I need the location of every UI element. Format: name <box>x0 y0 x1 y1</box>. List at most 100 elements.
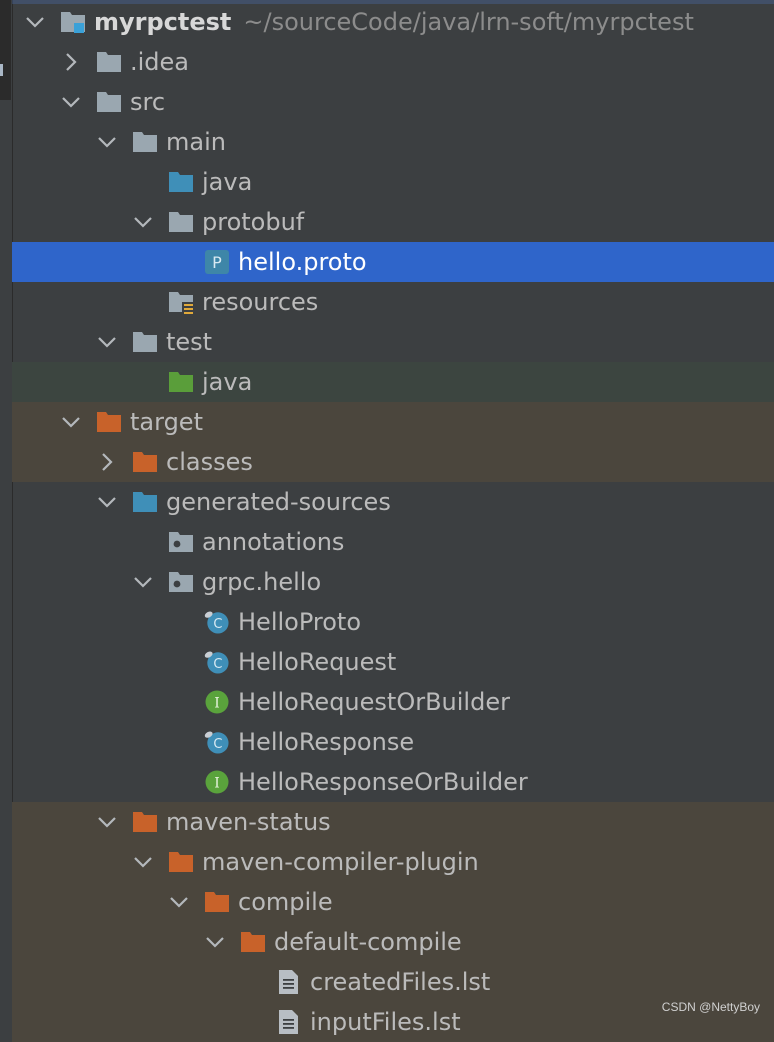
tree-row[interactable]: resources <box>12 282 774 322</box>
tree-item-label: HelloResponseOrBuilder <box>238 768 528 796</box>
tree-item-text: HelloRequest <box>238 648 397 676</box>
tree-item-text: default-compile <box>274 928 462 956</box>
tree-item-label: main <box>166 128 226 156</box>
tree-item-label: default-compile <box>274 928 462 956</box>
test-folder-icon <box>168 370 194 394</box>
expand-arrow-down-icon[interactable] <box>96 811 118 833</box>
expand-arrow-down-icon[interactable] <box>60 91 82 113</box>
tree-item-label: hello.proto <box>238 248 367 276</box>
tree-row[interactable]: I HelloRequestOrBuilder <box>12 682 774 722</box>
expand-arrow-down-icon[interactable] <box>60 411 82 433</box>
tree-item-text: resources <box>202 288 319 316</box>
tree-row[interactable]: java <box>12 362 774 402</box>
tree-item-text: protobuf <box>202 208 305 236</box>
tree-row[interactable]: generated-sources <box>12 482 774 522</box>
expand-arrow-down-icon[interactable] <box>204 931 226 953</box>
tree-row[interactable]: maven-compiler-plugin <box>12 842 774 882</box>
tree-item-label: java <box>202 368 252 396</box>
tree-item-label: HelloRequestOrBuilder <box>238 688 510 716</box>
proto-file-icon: P <box>204 250 230 274</box>
generated-folder-icon <box>132 490 158 514</box>
collapse-arrow-right-icon[interactable] <box>60 51 82 73</box>
interface-icon: I <box>204 770 230 794</box>
tree-item-text: hello.proto <box>238 248 367 276</box>
expand-arrow-down-icon[interactable] <box>24 11 46 33</box>
tree-item-label: HelloRequest <box>238 648 396 676</box>
tree-item-label: HelloResponse <box>238 728 414 756</box>
tree-item-label: inputFiles.lst <box>310 1008 461 1036</box>
gutter-tab[interactable] <box>0 0 11 100</box>
tree-row[interactable]: test <box>12 322 774 362</box>
tree-item-label: test <box>166 328 212 356</box>
expand-arrow-down-icon[interactable] <box>132 571 154 593</box>
text-file-icon <box>276 1010 302 1034</box>
tree-item-label: target <box>130 408 203 436</box>
excluded-folder-icon <box>204 890 230 914</box>
tree-row[interactable]: compile <box>12 882 774 922</box>
collapse-arrow-right-icon[interactable] <box>96 451 118 473</box>
tree-item-label: resources <box>202 288 318 316</box>
expand-arrow-down-icon[interactable] <box>132 211 154 233</box>
tree-item-text: HelloResponseOrBuilder <box>238 768 528 796</box>
text-file-icon <box>276 970 302 994</box>
tree-row[interactable]: grpc.hello <box>12 562 774 602</box>
source-folder-icon <box>168 170 194 194</box>
tree-row[interactable]: Phello.proto <box>12 242 774 282</box>
class-icon: C <box>204 650 230 674</box>
svg-text:I: I <box>214 776 220 792</box>
tree-item-label: java <box>202 168 252 196</box>
tree-item-label: HelloProto <box>238 608 361 636</box>
expand-arrow-down-icon[interactable] <box>96 491 118 513</box>
tree-item-text: inputFiles.lst <box>310 1008 461 1036</box>
tree-item-label: .idea <box>130 48 189 76</box>
expand-arrow-down-icon[interactable] <box>168 891 190 913</box>
tree-item-text: annotations <box>202 528 345 556</box>
tree-item-text: createdFiles.lst <box>310 968 491 996</box>
tree-row[interactable]: maven-status <box>12 802 774 842</box>
tree-row[interactable]: default-compile <box>12 922 774 962</box>
tree-row[interactable]: main <box>12 122 774 162</box>
tree-item-label: maven-status <box>166 808 331 836</box>
folder-icon <box>132 130 158 154</box>
gutter-marker <box>0 64 3 76</box>
tree-item-label: maven-compiler-plugin <box>202 848 479 876</box>
tree-row[interactable]: inputFiles.lst <box>12 1002 774 1042</box>
tree-item-text: java <box>202 368 253 396</box>
tree-row[interactable]: java <box>12 162 774 202</box>
folder-icon <box>96 90 122 114</box>
folder-icon <box>96 50 122 74</box>
excluded-folder-icon <box>132 810 158 834</box>
tree-item-label: generated-sources <box>166 488 391 516</box>
tree-item-text: target <box>130 408 203 436</box>
tree-row[interactable]: myrpctest ~/sourceCode/java/lrn-soft/myrp… <box>12 2 774 42</box>
tree-row[interactable]: annotations <box>12 522 774 562</box>
resources-folder-icon <box>168 290 194 314</box>
tree-row[interactable]: protobuf <box>12 202 774 242</box>
excluded-folder-icon <box>240 930 266 954</box>
tree-row[interactable]: src <box>12 82 774 122</box>
tree-row[interactable]: target <box>12 402 774 442</box>
tree-item-text: compile <box>238 888 333 916</box>
watermark: CSDN @NettyBoy <box>661 1000 760 1014</box>
tree-row[interactable]: C HelloResponse <box>12 722 774 762</box>
tree-item-text: .idea <box>130 48 190 76</box>
tree-row[interactable]: classes <box>12 442 774 482</box>
expand-arrow-down-icon[interactable] <box>96 331 118 353</box>
tree-row[interactable]: C HelloRequest <box>12 642 774 682</box>
expand-arrow-down-icon[interactable] <box>132 851 154 873</box>
project-tree: myrpctest ~/sourceCode/java/lrn-soft/myrp… <box>12 2 774 1042</box>
svg-text:C: C <box>213 617 222 632</box>
svg-text:C: C <box>213 657 222 672</box>
tree-item-text: java <box>202 168 253 196</box>
module-folder-icon <box>60 10 86 34</box>
tree-row[interactable]: .idea <box>12 42 774 82</box>
tree-item-label: classes <box>166 448 253 476</box>
tree-item-text: HelloResponse <box>238 728 415 756</box>
tree-row[interactable]: I HelloResponseOrBuilder <box>12 762 774 802</box>
tree-row[interactable]: createdFiles.lst <box>12 962 774 1002</box>
class-icon: C <box>204 730 230 754</box>
tree-row[interactable]: C HelloProto <box>12 602 774 642</box>
tree-item-label: myrpctest ~/sourceCode/java/lrn-soft/myrp… <box>94 8 694 36</box>
expand-arrow-down-icon[interactable] <box>96 131 118 153</box>
tree-item-label: src <box>130 88 165 116</box>
